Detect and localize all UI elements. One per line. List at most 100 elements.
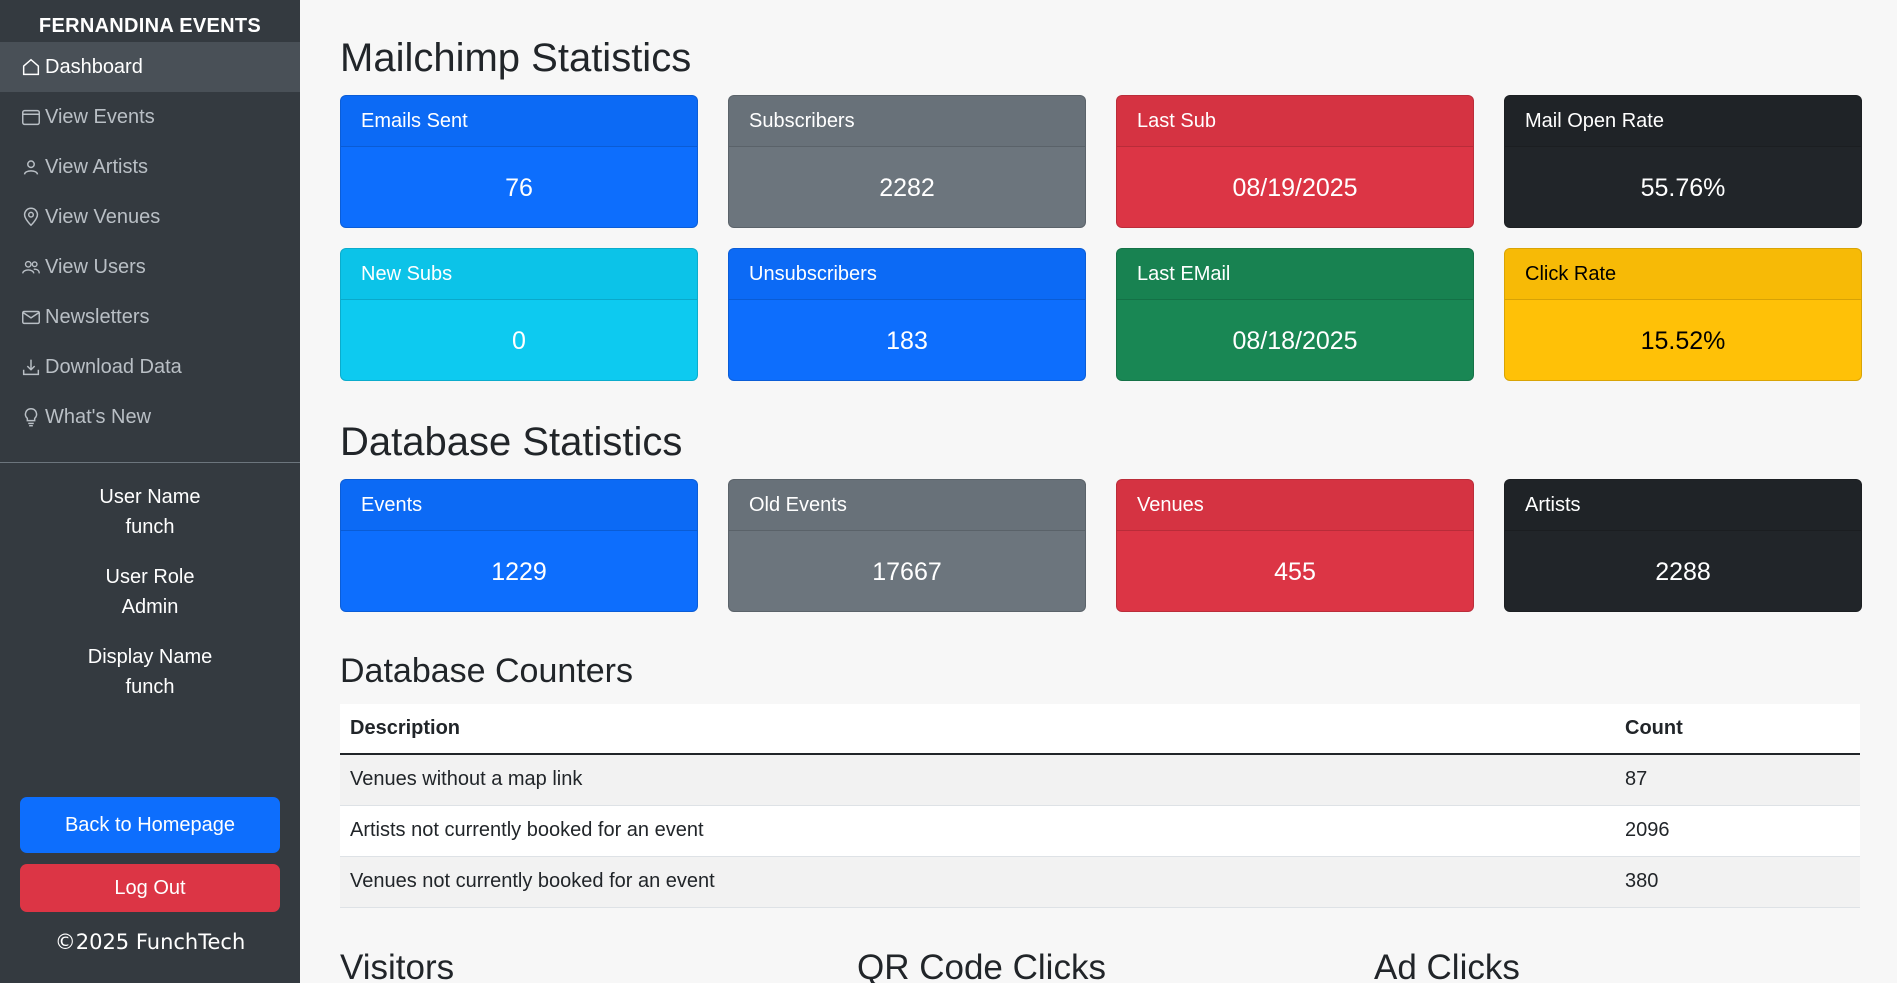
user-name-label: User Name [99, 486, 201, 508]
sidebar-divider [0, 462, 300, 463]
stat-card-new-subs: New Subs 0 [340, 248, 698, 381]
log-out-button[interactable]: Log Out [20, 864, 280, 912]
column-header-count: Count [1615, 704, 1860, 755]
house-icon [22, 58, 40, 76]
stat-card-unsubscribers: Unsubscribers 183 [728, 248, 1086, 381]
stat-card-venues: Venues 455 [1116, 479, 1474, 612]
row-count: 87 [1615, 754, 1860, 806]
sidebar-item-label: View Events [45, 105, 155, 128]
ad-clicks-title: Ad Clicks [1374, 948, 1520, 983]
stat-card-events: Events 1229 [340, 479, 698, 612]
table-row: Venues without a map link 87 [340, 754, 1860, 806]
card-value: 1229 [491, 557, 547, 586]
counters-table: Description Count Venues without a map l… [340, 704, 1860, 908]
card-value: 183 [886, 326, 928, 355]
mailchimp-title: Mailchimp Statistics [340, 36, 692, 80]
card-value: 15.52% [1640, 326, 1726, 355]
mailchimp-cards: Emails Sent 76 Subscribers 2282 Last Sub… [340, 95, 1862, 381]
sidebar-item-whats-new[interactable]: What's New [0, 392, 300, 442]
sidebar-item-label: Newsletters [45, 305, 150, 328]
back-to-homepage-button[interactable]: Back to Homepage [20, 797, 280, 853]
stat-card-old-events: Old Events 17667 [728, 479, 1086, 612]
user-name-group: User Name funch [0, 482, 300, 562]
user-role-group: User Role Admin [0, 562, 300, 642]
stat-card-emails-sent: Emails Sent 76 [340, 95, 698, 228]
card-value: 0 [512, 326, 526, 355]
card-label: Last Sub [1117, 96, 1473, 147]
sidebar-item-view-artists[interactable]: View Artists [0, 142, 300, 192]
card-value: 2282 [879, 173, 935, 202]
card-label: Mail Open Rate [1505, 96, 1861, 147]
column-header-description: Description [340, 704, 1615, 755]
sidebar-item-download-data[interactable]: Download Data [0, 342, 300, 392]
display-name-label: Display Name [87, 646, 213, 668]
counters-title: Database Counters [340, 652, 633, 690]
sidebar-nav: Dashboard View Events View Artists View … [0, 42, 300, 442]
card-label: Last EMail [1117, 249, 1473, 300]
row-count: 2096 [1615, 805, 1860, 857]
card-label: Emails Sent [341, 96, 697, 147]
sidebar: FERNANDINA EVENTS Dashboard View Events … [0, 0, 300, 983]
map-pin-icon [23, 207, 39, 227]
sidebar-item-label: What's New [45, 405, 152, 428]
card-label: Events [341, 480, 697, 531]
card-label: Artists [1505, 480, 1861, 531]
user-role-value: Admin [121, 596, 179, 618]
table-header-row: Description Count [340, 704, 1860, 755]
visitors-title: Visitors [340, 948, 455, 983]
card-label: New Subs [341, 249, 697, 300]
card-value: 455 [1274, 557, 1316, 586]
lightbulb-icon [24, 408, 38, 427]
table-row: Artists not currently booked for an even… [340, 805, 1860, 857]
sidebar-item-view-users[interactable]: View Users [0, 242, 300, 292]
sidebar-item-view-events[interactable]: View Events [0, 92, 300, 142]
people-icon [22, 260, 40, 274]
calendar-icon [22, 109, 40, 126]
card-label: Venues [1117, 480, 1473, 531]
copyright: ©2025 FunchTech [54, 930, 246, 954]
sidebar-item-newsletters[interactable]: Newsletters [0, 292, 300, 342]
sidebar-item-label: Download Data [45, 355, 182, 378]
database-cards: Events 1229 Old Events 17667 Venues 455 … [340, 479, 1862, 612]
user-role-label: User Role [105, 566, 195, 588]
stat-card-mail-open-rate: Mail Open Rate 55.76% [1504, 95, 1862, 228]
card-label: Unsubscribers [729, 249, 1085, 300]
qr-code-clicks-title: QR Code Clicks [857, 948, 1106, 983]
main-content: Mailchimp Statistics Emails Sent 76 Subs… [340, 0, 1862, 983]
sidebar-item-label: View Venues [45, 205, 161, 228]
stat-card-artists: Artists 2288 [1504, 479, 1862, 612]
sidebar-item-label: Dashboard [45, 55, 143, 78]
card-value: 2288 [1655, 557, 1711, 586]
sidebar-item-label: View Users [45, 255, 146, 278]
bottom-section-headings: Visitors QR Code Clicks Ad Clicks [340, 948, 1860, 983]
card-value: 08/18/2025 [1232, 326, 1358, 355]
stat-card-subscribers: Subscribers 2282 [728, 95, 1086, 228]
stat-card-last-sub: Last Sub 08/19/2025 [1116, 95, 1474, 228]
stat-card-click-rate: Click Rate 15.52% [1504, 248, 1862, 381]
table-row: Venues not currently booked for an event… [340, 856, 1860, 908]
sidebar-item-view-venues[interactable]: View Venues [0, 192, 300, 242]
display-name-group: Display Name funch [0, 642, 300, 722]
card-label: Old Events [729, 480, 1085, 531]
card-value: 17667 [872, 557, 942, 586]
user-info: User Name funch User Role Admin Display … [0, 482, 300, 722]
sidebar-item-label: View Artists [45, 155, 148, 178]
card-value: 08/19/2025 [1232, 173, 1358, 202]
card-value: 76 [505, 173, 533, 202]
sidebar-item-dashboard[interactable]: Dashboard [0, 42, 300, 92]
database-title: Database Statistics [340, 420, 683, 464]
user-name-value: funch [125, 516, 175, 538]
row-description: Artists not currently booked for an even… [340, 805, 1615, 857]
download-icon [22, 359, 40, 376]
row-description: Venues not currently booked for an event [340, 856, 1615, 908]
row-description: Venues without a map link [340, 754, 1615, 806]
card-label: Click Rate [1505, 249, 1861, 300]
brand-title: FERNANDINA EVENTS [38, 15, 262, 37]
row-count: 380 [1615, 856, 1860, 908]
display-name-value: funch [125, 676, 175, 698]
person-icon [23, 160, 39, 175]
card-value: 55.76% [1640, 173, 1726, 202]
envelope-icon [22, 310, 40, 325]
stat-card-last-email: Last EMail 08/18/2025 [1116, 248, 1474, 381]
card-label: Subscribers [729, 96, 1085, 147]
